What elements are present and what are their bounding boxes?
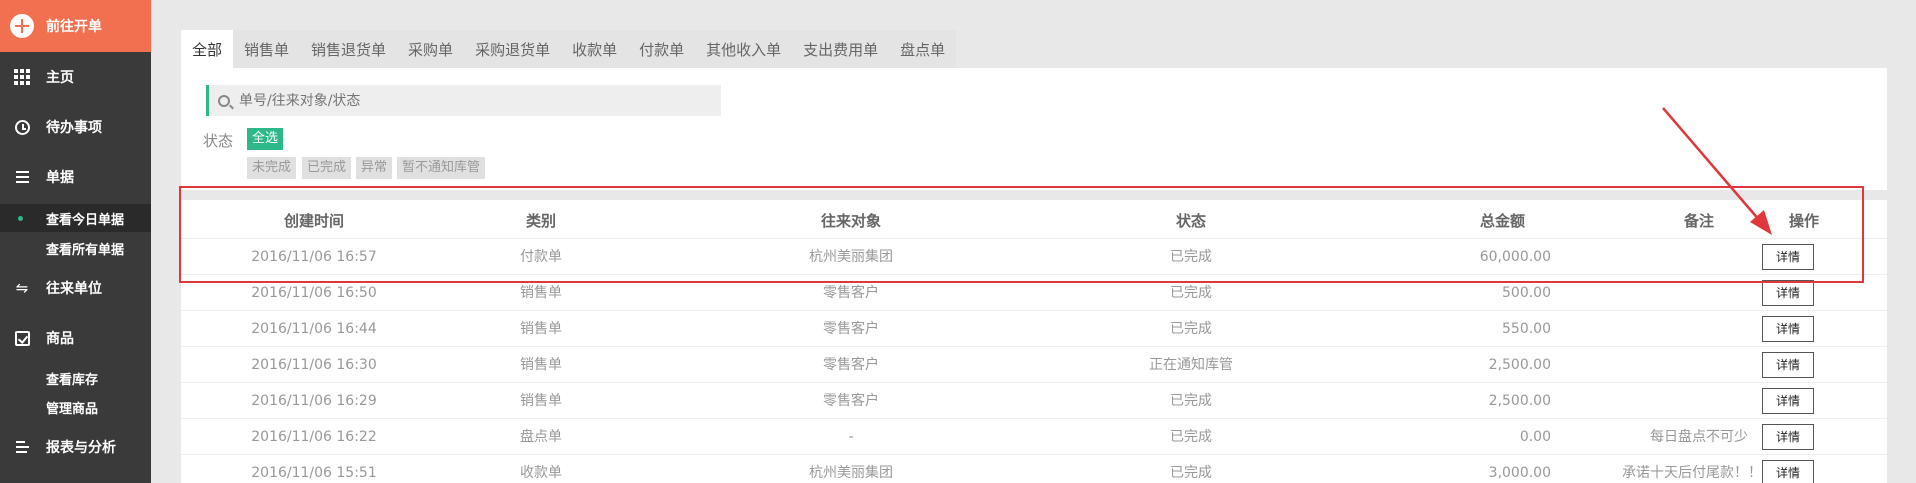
cell-party: - xyxy=(848,429,854,445)
transfer-icon: ⇋ xyxy=(15,279,29,297)
list-icon xyxy=(13,168,31,186)
detail-button[interactable]: 详情 xyxy=(1762,352,1814,378)
sidebar-item-home[interactable]: 主页 xyxy=(0,57,151,97)
new-order-label: 前往开单 xyxy=(46,19,102,35)
search-box xyxy=(206,85,721,116)
cell-status: 已完成 xyxy=(1170,465,1212,481)
plus-icon xyxy=(10,14,34,38)
sidebar-subitem-label: 查看库存 xyxy=(46,372,99,388)
tab-other-income[interactable]: 其他收入单 xyxy=(695,30,793,68)
checkbox-icon xyxy=(13,329,31,347)
search-input[interactable] xyxy=(239,92,709,109)
sidebar-subitem-label: 查看今日单据 xyxy=(46,212,125,228)
tab-purchase-return[interactable]: 采购退货单 xyxy=(464,30,562,68)
tab-sales-return[interactable]: 销售退货单 xyxy=(300,30,398,68)
cell-party: 杭州美丽集团 xyxy=(809,465,893,481)
sidebar-item-label: 往来单位 xyxy=(46,281,102,297)
grid-icon xyxy=(13,68,31,86)
sidebar-subitem-label: 查看所有单据 xyxy=(46,242,125,258)
table-row: 2016/11/06 15:51 收款单 杭州美丽集团 已完成 3,000.00… xyxy=(181,455,1887,483)
cell-status: 已完成 xyxy=(1170,393,1212,409)
cell-status: 已完成 xyxy=(1170,429,1212,445)
sidebar-subitem-today-documents[interactable]: 查看今日单据 xyxy=(0,204,151,232)
sidebar-subitem-all-documents[interactable]: 查看所有单据 xyxy=(0,234,151,262)
cell-total: 3,000.00 xyxy=(1488,465,1551,481)
cell-total: 550.00 xyxy=(1502,321,1551,337)
detail-button[interactable]: 详情 xyxy=(1762,460,1814,483)
sidebar-item-reports[interactable]: 报表与分析 xyxy=(0,427,151,467)
table-row: 2016/11/06 16:29 销售单 零售客户 已完成 2,500.00 详… xyxy=(181,383,1887,419)
cell-type: 销售单 xyxy=(520,321,562,337)
tab-all[interactable]: 全部 xyxy=(181,30,234,68)
sidebar: 前往开单 主页 待办事项 单据 查看今日单据 查看所有单据 ⇋ 往来单位 商品 … xyxy=(0,0,151,483)
cell-party: 零售客户 xyxy=(823,357,879,373)
table-row: 2016/11/06 16:44 销售单 零售客户 已完成 550.00 详情 xyxy=(181,311,1887,347)
new-order-button[interactable]: 前往开单 xyxy=(0,0,151,52)
clock-icon xyxy=(13,118,31,136)
cell-type: 销售单 xyxy=(520,357,562,373)
sidebar-item-label: 待办事项 xyxy=(46,120,102,136)
cell-party: 零售客户 xyxy=(823,321,879,337)
report-icon xyxy=(13,438,31,456)
cell-created-time: 2016/11/06 16:29 xyxy=(251,393,377,409)
cell-created-time: 2016/11/06 16:30 xyxy=(251,357,377,373)
tab-purchase[interactable]: 采购单 xyxy=(397,30,465,68)
sidebar-item-todo[interactable]: 待办事项 xyxy=(0,107,151,147)
sidebar-subitem-manage-goods[interactable]: 管理商品 xyxy=(0,393,151,421)
sidebar-item-label: 单据 xyxy=(46,170,74,186)
sidebar-item-documents[interactable]: 单据 xyxy=(0,157,151,197)
table-row: 2016/11/06 16:22 盘点单 - 已完成 0.00 每日盘点不可少 … xyxy=(181,419,1887,455)
cell-status: 已完成 xyxy=(1170,321,1212,337)
cell-created-time: 2016/11/06 16:22 xyxy=(251,429,377,445)
sidebar-subitem-view-stock[interactable]: 查看库存 xyxy=(0,364,151,392)
status-chip-complete[interactable]: 已完成 xyxy=(302,157,352,179)
sidebar-item-label: 主页 xyxy=(46,70,74,86)
cell-party: 零售客户 xyxy=(823,393,879,409)
tab-expense[interactable]: 支出费用单 xyxy=(792,30,890,68)
sidebar-item-goods[interactable]: 商品 xyxy=(0,318,151,358)
status-chip-no-notify-warehouse[interactable]: 暂不通知库管 xyxy=(397,157,486,179)
detail-button[interactable]: 详情 xyxy=(1762,316,1814,342)
active-dot-icon xyxy=(18,216,23,221)
sidebar-item-label: 商品 xyxy=(46,331,74,347)
tab-sales[interactable]: 销售单 xyxy=(233,30,301,68)
cell-total: 2,500.00 xyxy=(1488,357,1551,373)
cell-created-time: 2016/11/06 16:44 xyxy=(251,321,377,337)
search-icon xyxy=(218,94,230,107)
status-filter-label: 状态 xyxy=(203,132,234,150)
cell-type: 收款单 xyxy=(520,465,562,481)
detail-button[interactable]: 详情 xyxy=(1762,388,1814,414)
cell-total: 0.00 xyxy=(1519,429,1551,445)
filter-panel: 状态 全选 未完成 已完成 异常 暂不通知库管 xyxy=(181,68,1887,190)
table-row: 2016/11/06 16:30 销售单 零售客户 正在通知库管 2,500.0… xyxy=(181,347,1887,383)
tab-receipt[interactable]: 收款单 xyxy=(561,30,629,68)
sidebar-item-partners[interactable]: ⇋ 往来单位 xyxy=(0,268,151,308)
cell-type: 盘点单 xyxy=(520,429,562,445)
cell-total: 2,500.00 xyxy=(1488,393,1551,409)
status-chip-incomplete[interactable]: 未完成 xyxy=(247,157,297,179)
sidebar-subitem-label: 管理商品 xyxy=(46,401,99,417)
detail-button[interactable]: 详情 xyxy=(1762,280,1814,306)
tab-payment[interactable]: 付款单 xyxy=(628,30,696,68)
cell-status: 正在通知库管 xyxy=(1149,357,1233,373)
detail-button[interactable]: 详情 xyxy=(1762,424,1814,450)
status-chip-all[interactable]: 全选 xyxy=(247,128,284,150)
status-chip-abnormal[interactable]: 异常 xyxy=(356,157,393,179)
document-type-tabs: 全部 销售单 销售退货单 采购单 采购退货单 收款单 付款单 其他收入单 支出费… xyxy=(181,30,957,68)
sidebar-item-label: 报表与分析 xyxy=(46,440,116,456)
annotation-highlight-box xyxy=(179,186,1864,283)
cell-created-time: 2016/11/06 15:51 xyxy=(251,465,377,481)
cell-type: 销售单 xyxy=(520,393,562,409)
tab-inventory-check[interactable]: 盘点单 xyxy=(889,30,957,68)
